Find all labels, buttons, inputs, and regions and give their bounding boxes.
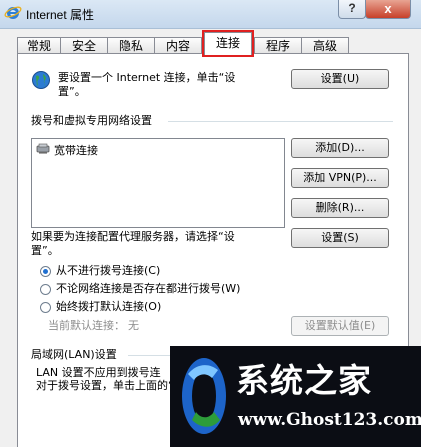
radio-always-dial-default-label: 始终拨打默认连接(O) — [56, 300, 162, 313]
remove-button[interactable]: 删除(R)... — [291, 198, 389, 218]
dialup-heading: 拨号和虚拟专用网络设置 — [31, 114, 152, 127]
connection-label: 宽带连接 — [54, 144, 98, 157]
tab-security[interactable]: 安全 — [60, 37, 108, 54]
watermark-logo-icon — [182, 358, 226, 434]
radio-dial-whenever[interactable] — [40, 284, 51, 295]
tab-advanced[interactable]: 高级 — [301, 37, 349, 54]
internet-explorer-icon — [4, 6, 22, 19]
tab-content[interactable]: 内容 — [154, 37, 202, 54]
watermark-url: www.Ghost123.com — [238, 410, 421, 430]
broadband-connection-icon — [36, 143, 50, 154]
watermark: 系统之家 www.Ghost123.com — [170, 346, 421, 447]
connection-list[interactable]: 宽带连接 — [31, 138, 285, 228]
current-default-value: 无 — [128, 319, 139, 332]
tab-general[interactable]: 常规 — [17, 37, 61, 54]
radio-never-dial-label: 从不进行拨号连接(C) — [56, 264, 161, 277]
setup-text-line2: 置”。 — [58, 85, 86, 98]
globe-connection-icon — [32, 71, 50, 89]
proxy-text-line2: 置”。 — [31, 244, 59, 257]
current-default-label: 当前默认连接： — [48, 319, 125, 332]
help-button[interactable]: ? — [338, 0, 366, 19]
proxy-text-line1: 如果要为连接配置代理服务器，请选择“设 — [31, 230, 235, 243]
dialup-divider — [168, 121, 393, 122]
radio-always-dial-default[interactable] — [40, 302, 51, 313]
tab-connections[interactable]: 连接 — [202, 30, 254, 57]
window-title: Internet 属性 — [26, 8, 95, 22]
add-button[interactable]: 添加(D)... — [291, 138, 389, 158]
title-bar: Internet 属性 ? x — [0, 0, 421, 29]
add-vpn-button[interactable]: 添加 VPN(P)... — [291, 168, 389, 188]
close-button[interactable]: x — [365, 0, 411, 19]
tab-strip: 常规 安全 隐私 内容 连接 程序 高级 — [0, 28, 421, 57]
tab-privacy[interactable]: 隐私 — [107, 37, 155, 54]
watermark-title: 系统之家 — [236, 361, 372, 400]
radio-never-dial[interactable] — [40, 266, 51, 277]
radio-dial-whenever-label: 不论网络连接是否存在都进行拨号(W) — [56, 282, 241, 295]
set-default-button[interactable]: 设置默认值(E) — [291, 316, 389, 336]
setup-text-line1: 要设置一个 Internet 连接，单击“设 — [58, 71, 236, 84]
lan-text-line1: LAN 设置不应用到拨号连 — [36, 366, 161, 379]
connection-settings-button[interactable]: 设置(S) — [291, 228, 389, 248]
setup-button[interactable]: 设置(U) — [291, 69, 389, 89]
tab-programs[interactable]: 程序 — [254, 37, 302, 54]
lan-heading: 局域网(LAN)设置 — [31, 348, 117, 361]
